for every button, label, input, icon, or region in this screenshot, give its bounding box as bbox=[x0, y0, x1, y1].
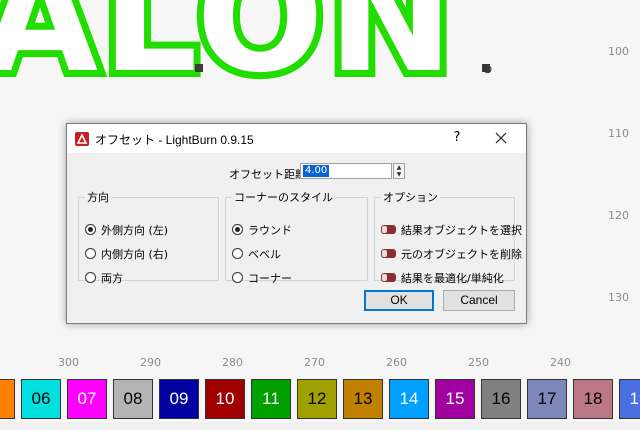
option-delete-original[interactable]: 元のオブジェクトを削除 bbox=[381, 247, 522, 263]
status-strip bbox=[0, 422, 640, 430]
color-swatch[interactable]: 08 bbox=[113, 379, 153, 419]
toggle-switch[interactable] bbox=[381, 225, 396, 234]
lightburn-logo-icon bbox=[75, 132, 89, 146]
color-swatch[interactable]: 14 bbox=[389, 379, 429, 419]
color-swatch[interactable]: 19 bbox=[619, 379, 640, 419]
ruler-tick-label: 250 bbox=[468, 356, 489, 369]
color-swatch[interactable]: 06 bbox=[21, 379, 61, 419]
corner-style-legend: コーナーのスタイル bbox=[234, 191, 333, 204]
color-swatch[interactable]: 09 bbox=[159, 379, 199, 419]
ruler-tick-label: 100 bbox=[608, 45, 629, 58]
corner-option-corner[interactable]: コーナー bbox=[232, 271, 292, 287]
direction-group: 方向 外側方向 (左) 内側方向 (右) 両方 bbox=[78, 189, 219, 285]
corner-style-group: コーナーのスタイル ラウンド ベベル コーナー bbox=[225, 189, 368, 285]
ruler-tick-label: 130 bbox=[608, 291, 629, 304]
color-swatch[interactable]: 18 bbox=[573, 379, 613, 419]
radio-selected[interactable] bbox=[85, 224, 96, 235]
toggle-switch[interactable] bbox=[381, 273, 396, 282]
color-swatch[interactable]: 10 bbox=[205, 379, 245, 419]
option-select-result[interactable]: 結果オブジェクトを選択 bbox=[381, 223, 522, 239]
radio-unselected[interactable] bbox=[232, 248, 243, 259]
rotate-icon[interactable]: ↻ bbox=[482, 64, 496, 78]
spin-up-icon[interactable]: ▲ bbox=[394, 164, 404, 171]
color-palette: 50607080910111213141516171819 bbox=[0, 378, 640, 422]
color-swatch[interactable]: 15 bbox=[435, 379, 475, 419]
ruler-tick-label: 280 bbox=[222, 356, 243, 369]
option-optimize-simplify[interactable]: 結果を最適化/単純化 bbox=[381, 271, 504, 287]
spin-down-icon[interactable]: ▼ bbox=[394, 171, 404, 178]
green-outline-text-shape[interactable]: ALON bbox=[0, 0, 460, 113]
ok-button[interactable]: OK bbox=[364, 290, 434, 311]
ruler-tick-label: 260 bbox=[386, 356, 407, 369]
offset-distance-label: オフセット距離 bbox=[229, 168, 306, 181]
color-swatch[interactable]: 07 bbox=[67, 379, 107, 419]
color-swatch[interactable]: 16 bbox=[481, 379, 521, 419]
direction-option-both[interactable]: 両方 bbox=[85, 271, 123, 287]
option-label: 両方 bbox=[101, 272, 123, 285]
selection-handle[interactable] bbox=[195, 64, 203, 72]
toggle-switch[interactable] bbox=[381, 249, 396, 258]
ruler-tick-label: 300 bbox=[58, 356, 79, 369]
ruler-tick-label: 110 bbox=[608, 127, 629, 140]
direction-legend: 方向 bbox=[87, 191, 109, 204]
ruler-tick-label: 290 bbox=[140, 356, 161, 369]
color-swatch[interactable]: 13 bbox=[343, 379, 383, 419]
option-label: コーナー bbox=[248, 272, 292, 285]
close-icon[interactable] bbox=[485, 127, 517, 149]
ruler-tick-label: 270 bbox=[304, 356, 325, 369]
option-label: 外側方向 (左) bbox=[101, 224, 169, 237]
color-swatch[interactable]: 17 bbox=[527, 379, 567, 419]
color-swatch[interactable]: 12 bbox=[297, 379, 337, 419]
radio-selected[interactable] bbox=[232, 224, 243, 235]
option-label: ラウンド bbox=[248, 224, 292, 237]
ruler-tick-label: 120 bbox=[608, 209, 629, 222]
cancel-button[interactable]: Cancel bbox=[443, 290, 515, 311]
offset-distance-input[interactable]: 4.00 bbox=[300, 163, 392, 179]
option-label: ベベル bbox=[248, 248, 281, 261]
dialog-titlebar[interactable]: オフセット - LightBurn 0.9.15 ? bbox=[67, 124, 526, 153]
options-legend: オプション bbox=[383, 191, 438, 204]
option-label: 結果オブジェクトを選択 bbox=[401, 224, 522, 237]
option-label: 元のオブジェクトを削除 bbox=[401, 248, 522, 261]
radio-unselected[interactable] bbox=[85, 248, 96, 259]
offset-dialog: オフセット - LightBurn 0.9.15 ? オフセット距離 4.00 … bbox=[66, 123, 527, 324]
color-swatch[interactable]: 11 bbox=[251, 379, 291, 419]
corner-option-bevel[interactable]: ベベル bbox=[232, 247, 281, 263]
radio-unselected[interactable] bbox=[85, 272, 96, 283]
option-label: 内側方向 (右) bbox=[101, 248, 169, 261]
options-group: オプション 結果オブジェクトを選択 元のオブジェクトを削除 結果を最適化/単純化 bbox=[374, 189, 522, 285]
help-button[interactable]: ? bbox=[443, 127, 471, 149]
offset-distance-value: 4.00 bbox=[303, 165, 330, 177]
ruler-tick-label: 240 bbox=[550, 356, 571, 369]
offset-distance-spinner[interactable]: ▲ ▼ bbox=[393, 163, 405, 179]
option-label: 結果を最適化/単純化 bbox=[401, 272, 504, 285]
dialog-title: オフセット - LightBurn 0.9.15 bbox=[95, 133, 254, 147]
corner-option-round[interactable]: ラウンド bbox=[232, 223, 292, 239]
direction-option-inward[interactable]: 内側方向 (右) bbox=[85, 247, 168, 263]
color-swatch[interactable]: 5 bbox=[0, 379, 15, 419]
radio-unselected[interactable] bbox=[232, 272, 243, 283]
direction-option-outward[interactable]: 外側方向 (左) bbox=[85, 223, 168, 239]
